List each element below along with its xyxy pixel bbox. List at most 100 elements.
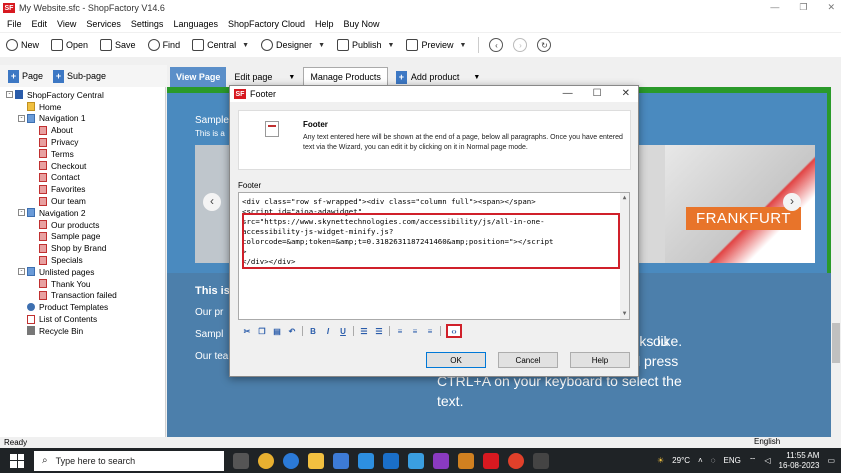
menu-edit[interactable]: Edit	[32, 19, 48, 29]
preview-scrollbar[interactable]	[831, 87, 841, 437]
bullet-list-icon[interactable]: ☰	[359, 326, 369, 336]
scroll-down-icon[interactable]: ▼	[620, 309, 629, 319]
tree-item[interactable]: Our products	[0, 219, 165, 231]
photos-icon[interactable]	[458, 452, 474, 469]
align-left-icon[interactable]: ≡	[395, 326, 405, 336]
tree-item[interactable]: Shop by Brand	[0, 242, 165, 254]
tree-item[interactable]: - Navigation 2	[0, 207, 165, 219]
start-button[interactable]	[10, 453, 24, 468]
footer-code-editor[interactable]: <div class="row sf-wrapped"><div class="…	[238, 192, 630, 320]
tree-expander-icon[interactable]: -	[6, 91, 13, 99]
section-link[interactable]: Our tea	[195, 351, 228, 362]
close-button[interactable]: ✕	[827, 2, 835, 13]
menu-services[interactable]: Services	[86, 19, 121, 29]
outlook-icon[interactable]	[383, 452, 399, 469]
tree-item[interactable]: Thank You	[0, 278, 165, 290]
menu-file[interactable]: File	[7, 19, 22, 29]
tree-item[interactable]: Checkout	[0, 160, 165, 172]
tab-view-page[interactable]: View Page	[170, 67, 227, 87]
tree-expander-icon[interactable]: -	[18, 114, 25, 122]
paste-icon[interactable]: ▤	[272, 326, 282, 336]
italic-icon[interactable]: I	[323, 326, 333, 336]
tree-item[interactable]: About	[0, 124, 165, 136]
section-link[interactable]: Our pr	[195, 307, 223, 318]
menu-languages[interactable]: Languages	[173, 19, 218, 29]
tree-item[interactable]: List of Contents	[0, 313, 165, 325]
numbered-list-icon[interactable]: ☰	[374, 326, 384, 336]
add-page-button[interactable]: + Page	[8, 69, 43, 83]
menu-buy-now[interactable]: Buy Now	[344, 19, 380, 29]
banner-prev-button[interactable]: ‹	[203, 193, 221, 211]
central-button[interactable]: Central ▼	[192, 39, 249, 51]
scrollbar-thumb[interactable]	[832, 323, 840, 363]
html-source-button[interactable]: ‹›	[446, 324, 462, 338]
tree-item[interactable]: Specials	[0, 254, 165, 266]
section-link[interactable]: Sampl	[195, 329, 223, 340]
menu-shopfactory-cloud[interactable]: ShopFactory Cloud	[228, 19, 305, 29]
tree-item[interactable]: Sample page	[0, 231, 165, 243]
add-subpage-button[interactable]: + Sub-page	[53, 69, 106, 83]
volume-icon[interactable]: ◁	[764, 456, 770, 465]
task-view-icon[interactable]	[233, 452, 249, 469]
preview-button[interactable]: Preview ▼	[406, 39, 466, 51]
vscode-icon[interactable]	[358, 452, 374, 469]
tree-item[interactable]: Recycle Bin	[0, 325, 165, 337]
tab-add-product[interactable]: + Add product ▼	[390, 67, 486, 87]
forward-button[interactable]: ›	[513, 38, 528, 52]
new-button[interactable]: New	[6, 39, 39, 51]
chrome-icon[interactable]	[258, 452, 274, 469]
tree-item[interactable]: Home	[0, 101, 165, 113]
undo-icon[interactable]: ↶	[287, 326, 297, 336]
network-icon[interactable]: ◌	[711, 456, 716, 465]
open-button[interactable]: Open	[51, 39, 88, 51]
wifi-icon[interactable]: ⌔	[749, 456, 757, 466]
bold-icon[interactable]: B	[308, 326, 318, 336]
tree-expander-icon[interactable]: -	[18, 268, 25, 276]
designer-button[interactable]: Designer ▼	[261, 39, 325, 51]
tree-item[interactable]: Favorites	[0, 183, 165, 195]
back-button[interactable]: ‹	[489, 38, 504, 52]
edge-icon[interactable]	[283, 452, 299, 469]
menu-settings[interactable]: Settings	[131, 19, 164, 29]
cut-icon[interactable]: ✂	[242, 326, 252, 336]
tree-item[interactable]: Contact	[0, 172, 165, 184]
clock[interactable]: 11:55 AM 16-08-2023	[779, 451, 820, 471]
tree-item[interactable]: Our team	[0, 195, 165, 207]
find-button[interactable]: Find	[147, 39, 180, 51]
menu-help[interactable]: Help	[315, 19, 334, 29]
language-indicator[interactable]: ENG	[723, 456, 740, 465]
tree-item[interactable]: Product Templates	[0, 301, 165, 313]
align-center-icon[interactable]: ≡	[410, 326, 420, 336]
tree-item[interactable]: Terms	[0, 148, 165, 160]
notifications-icon[interactable]: ▭	[827, 456, 835, 465]
menu-view[interactable]: View	[57, 19, 76, 29]
ok-button[interactable]: OK	[426, 352, 486, 368]
temperature[interactable]: 29°C	[672, 456, 690, 465]
scroll-up-icon[interactable]: ▲	[620, 193, 629, 203]
cancel-button[interactable]: Cancel	[498, 352, 558, 368]
tree-item[interactable]: - Unlisted pages	[0, 266, 165, 278]
tree-item[interactable]: Privacy	[0, 136, 165, 148]
copy-icon[interactable]: ❐	[257, 326, 267, 336]
app3-icon[interactable]	[533, 452, 549, 469]
minimize-button[interactable]: —	[770, 2, 779, 13]
tab-edit-page[interactable]: Edit page ▼	[228, 67, 301, 87]
tree-item[interactable]: Transaction failed	[0, 290, 165, 302]
underline-icon[interactable]: U	[338, 326, 348, 336]
tree-expander-icon[interactable]: -	[18, 209, 25, 217]
shopfactory-icon[interactable]	[483, 452, 499, 469]
align-right-icon[interactable]: ≡	[425, 326, 435, 336]
tab-manage-products[interactable]: Manage Products	[303, 67, 388, 87]
file-explorer-icon[interactable]	[308, 452, 324, 469]
dialog-maximize-button[interactable]: ☐	[593, 88, 602, 99]
app-icon[interactable]	[433, 452, 449, 469]
store-icon[interactable]	[333, 452, 349, 469]
cloud-icon[interactable]	[408, 452, 424, 469]
banner-next-button[interactable]: ›	[783, 193, 801, 211]
maximize-button[interactable]: ❐	[799, 2, 807, 13]
editor-scrollbar[interactable]: ▲ ▼	[620, 193, 629, 319]
dialog-minimize-button[interactable]: —	[563, 88, 573, 99]
dialog-close-button[interactable]: ✕	[622, 88, 630, 99]
tree-item[interactable]: - ShopFactory Central	[0, 89, 165, 101]
tree-item[interactable]: - Navigation 1	[0, 113, 165, 125]
